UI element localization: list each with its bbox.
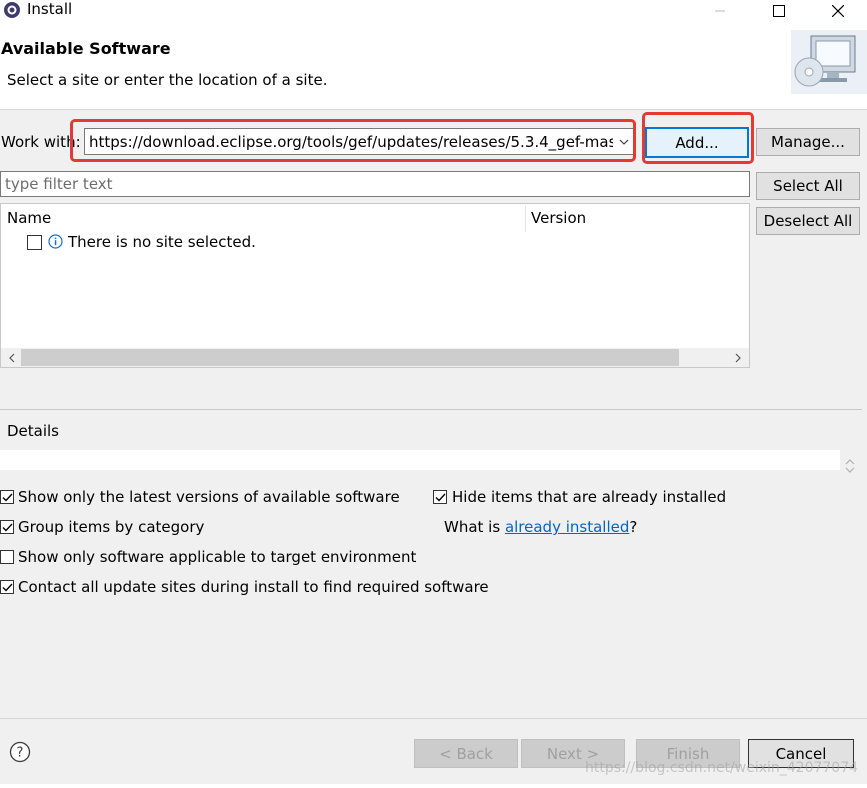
checkmark-icon [2, 493, 13, 502]
group-by-category-checkbox[interactable] [0, 520, 14, 534]
details-text-area[interactable] [0, 450, 840, 470]
hide-installed-label[interactable]: Hide items that are already installed [452, 487, 726, 507]
details-separator [0, 409, 862, 410]
filter-input[interactable] [3, 174, 743, 194]
contact-all-checkbox[interactable] [0, 580, 14, 594]
what-is-suffix: ? [629, 518, 638, 536]
back-button[interactable]: < Back [414, 739, 518, 768]
contact-all-label[interactable]: Contact all update sites during install … [18, 577, 489, 597]
maximize-icon[interactable] [756, 0, 802, 22]
show-latest-checkbox[interactable] [0, 490, 14, 504]
tree-row-label: There is no site selected. [68, 233, 256, 251]
info-icon [48, 234, 63, 249]
checkmark-icon [2, 583, 13, 592]
highlight-box-url [70, 119, 636, 162]
deselect-all-button[interactable]: Deselect All [756, 207, 860, 235]
chevron-left-icon[interactable] [3, 348, 21, 367]
chevron-down-icon[interactable] [845, 466, 855, 474]
select-all-button[interactable]: Select All [756, 172, 860, 200]
show-applicable-checkbox[interactable] [0, 550, 14, 564]
close-icon[interactable] [815, 0, 861, 22]
install-cd-icon [791, 30, 867, 94]
eclipse-app-icon [4, 2, 20, 18]
highlight-box-add [642, 112, 754, 164]
show-applicable-label[interactable]: Show only software applicable to target … [18, 547, 416, 567]
work-with-label: Work with: [1, 133, 81, 151]
window-title: Install [27, 0, 73, 18]
column-header-name[interactable]: Name [7, 208, 51, 228]
watermark-text: https://blog.csdn.net/weixin_42077074 [585, 760, 859, 776]
show-latest-label[interactable]: Show only the latest versions of availab… [18, 487, 400, 507]
details-label: Details [7, 422, 60, 440]
column-header-version[interactable]: Version [531, 208, 586, 228]
chevron-up-icon[interactable] [845, 458, 855, 466]
bottom-edge [0, 784, 867, 788]
page-description: Select a site or enter the location of a… [7, 71, 328, 89]
checkmark-icon [2, 523, 13, 532]
filter-box[interactable] [0, 171, 750, 197]
details-scroll-arrows[interactable] [840, 430, 860, 474]
footer-separator [0, 718, 867, 719]
column-divider[interactable] [525, 206, 526, 232]
minimize-icon[interactable] [697, 0, 743, 22]
help-icon[interactable]: ? [9, 741, 31, 763]
manage-button[interactable]: Manage... [756, 128, 860, 156]
group-by-category-label[interactable]: Group items by category [18, 517, 204, 537]
chevron-right-icon[interactable] [729, 348, 747, 367]
svg-text:?: ? [17, 746, 24, 761]
what-is-prefix: What is [444, 518, 505, 536]
row-checkbox[interactable] [27, 235, 42, 250]
hide-installed-checkbox[interactable] [433, 490, 447, 504]
software-tree[interactable]: Name Version There is no site selected. [0, 203, 750, 368]
already-installed-link[interactable]: already installed [505, 518, 629, 536]
page-title: Available Software [1, 39, 171, 58]
wizard-banner [0, 22, 867, 110]
what-is-installed-text: What is already installed? [444, 517, 637, 537]
horizontal-scrollbar[interactable] [1, 348, 749, 367]
scrollbar-thumb[interactable] [21, 349, 679, 366]
checkmark-icon [435, 493, 446, 502]
